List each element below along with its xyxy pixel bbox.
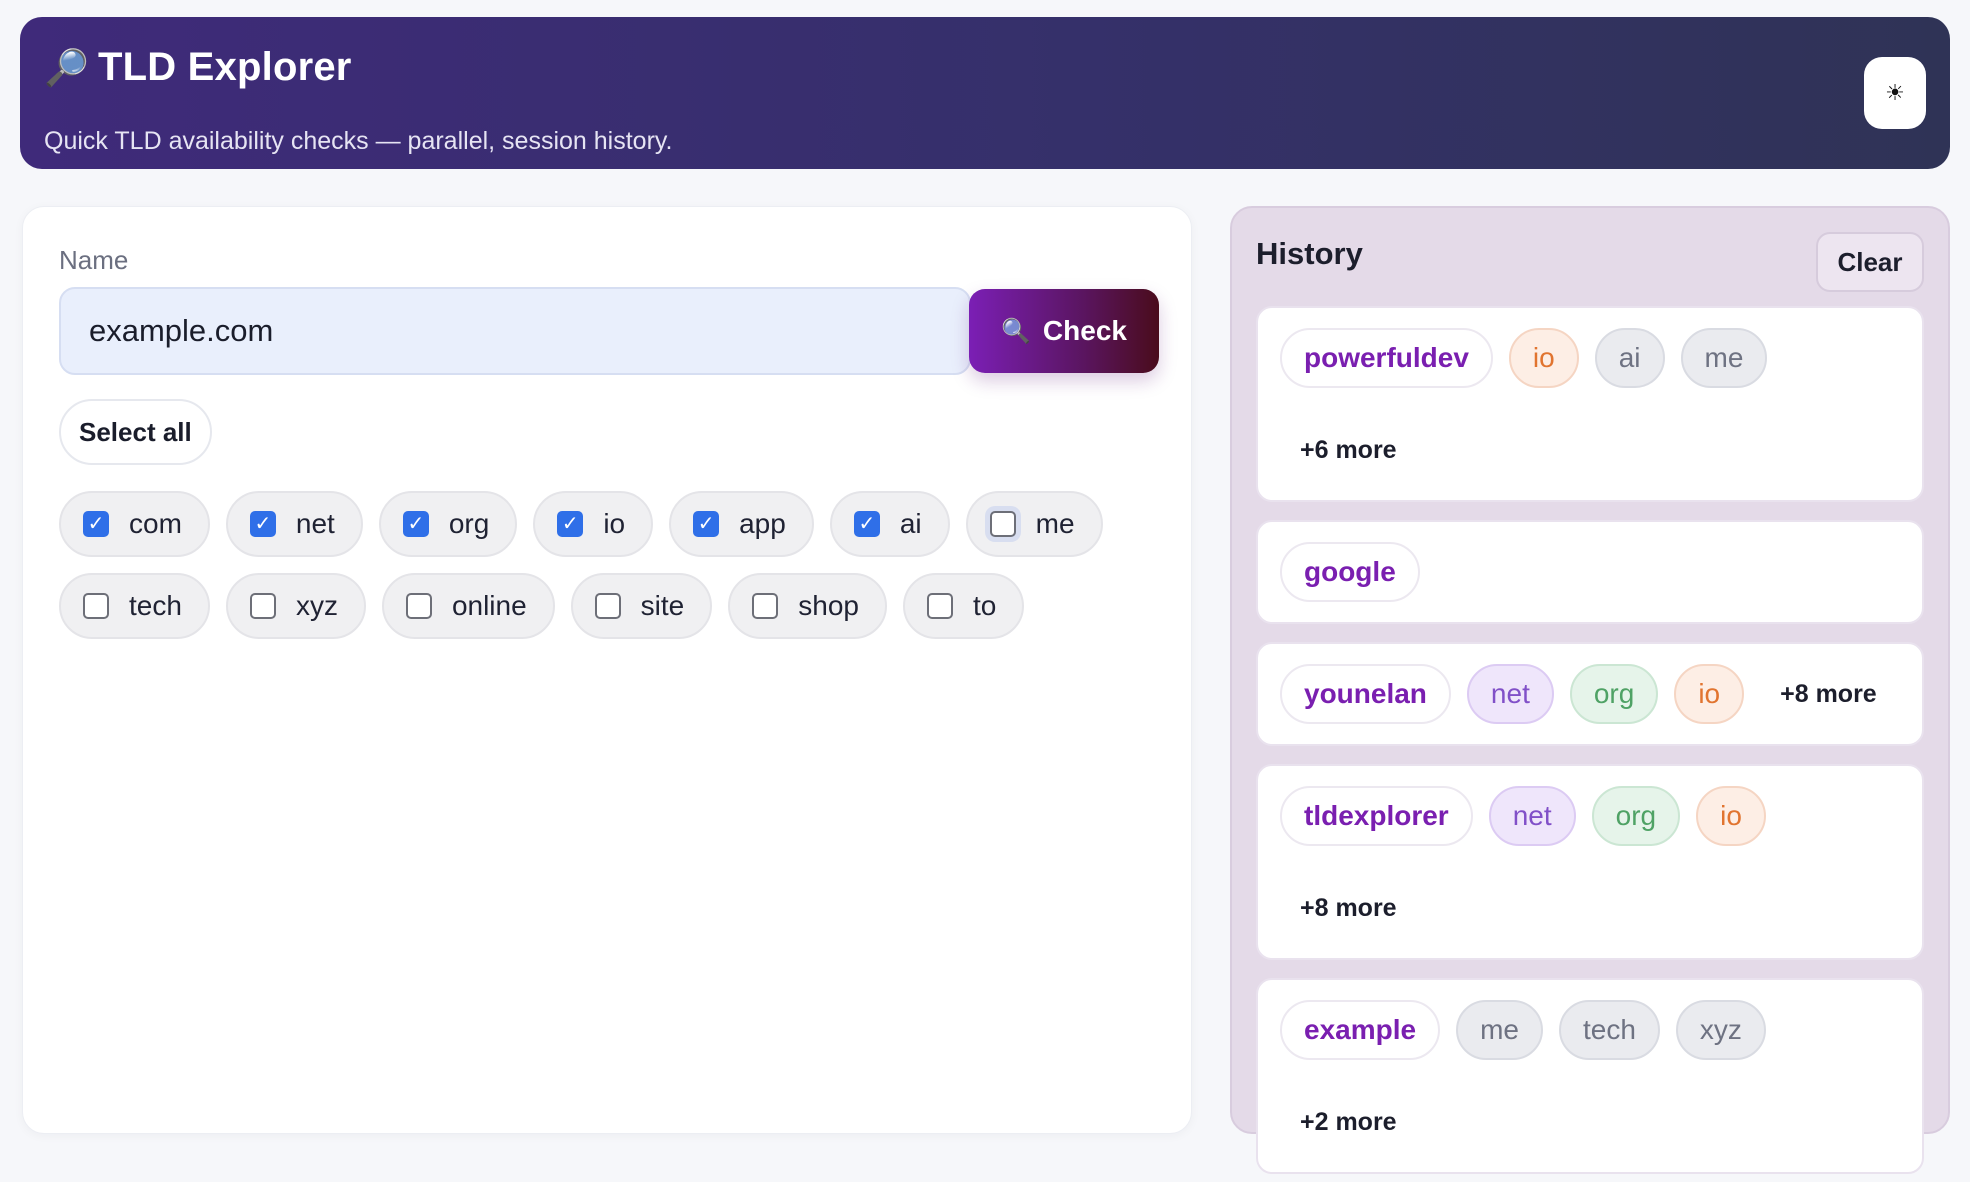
tld-checkbox[interactable] bbox=[249, 593, 276, 619]
more-count[interactable]: +6 more bbox=[1280, 420, 1417, 480]
tld-label: tech bbox=[129, 590, 182, 621]
tld-label: ai bbox=[899, 508, 922, 539]
tld-label: xyz bbox=[295, 590, 338, 621]
tld-badge-io: io bbox=[1696, 786, 1766, 846]
tld-badge-me: me bbox=[1456, 1000, 1543, 1060]
app-header: 🔎 TLD Explorer Quick TLD availability ch… bbox=[20, 17, 1950, 169]
tld-checkbox-list: ✓ com ✓ net ✓ org ✓ io ✓ app ✓ ai me tech xyz … bbox=[59, 491, 1159, 639]
tld-badge-net: net bbox=[1488, 786, 1576, 846]
name-label: Name bbox=[59, 245, 129, 275]
history-entry[interactable]: powerfuldev io ai me +6 more bbox=[1256, 306, 1924, 502]
tld-badge-xyz: xyz bbox=[1675, 1000, 1766, 1060]
history-entry-name[interactable]: example bbox=[1280, 1000, 1441, 1060]
tld-checkbox[interactable]: ✓ bbox=[402, 511, 429, 537]
history-list: powerfuldev io ai me +6 more google youn… bbox=[1256, 306, 1924, 1174]
tld-label: to bbox=[972, 590, 997, 621]
app-title-text: TLD Explorer bbox=[98, 45, 352, 89]
tld-option-online[interactable]: online bbox=[381, 573, 555, 639]
tld-badge-tech: tech bbox=[1558, 1000, 1660, 1060]
app-title: 🔎 TLD Explorer bbox=[44, 45, 352, 90]
tld-checkbox[interactable] bbox=[752, 593, 779, 619]
tld-label: online bbox=[451, 590, 527, 621]
tld-option-org[interactable]: ✓ org bbox=[378, 491, 518, 557]
history-title: History bbox=[1256, 236, 1363, 271]
tld-label: net bbox=[295, 508, 335, 539]
history-entry-name[interactable]: powerfuldev bbox=[1280, 328, 1493, 388]
tld-option-com[interactable]: ✓ com bbox=[59, 491, 210, 557]
select-all-button[interactable]: Select all bbox=[59, 399, 212, 465]
clear-history-button[interactable]: Clear bbox=[1816, 232, 1924, 292]
tld-option-site[interactable]: site bbox=[570, 573, 713, 639]
tld-badge-net: net bbox=[1466, 664, 1554, 724]
tld-option-tech[interactable]: tech bbox=[59, 573, 210, 639]
tld-checkbox[interactable] bbox=[594, 593, 621, 619]
history-entry-name[interactable]: younelan bbox=[1280, 664, 1451, 724]
tld-checkbox[interactable] bbox=[405, 593, 432, 619]
history-entry[interactable]: tldexplorer net org io +8 more bbox=[1256, 764, 1924, 960]
search-panel: Name 🔍 Check Select all ✓ com ✓ net ✓ org ✓… bbox=[22, 206, 1192, 1134]
app-subtitle: Quick TLD availability checks — parallel… bbox=[44, 127, 673, 155]
tld-option-xyz[interactable]: xyz bbox=[225, 573, 366, 639]
tld-checkbox[interactable]: ✓ bbox=[249, 511, 276, 537]
history-entry[interactable]: example me tech xyz +2 more bbox=[1256, 978, 1924, 1174]
tld-badge-org: org bbox=[1569, 664, 1659, 724]
tld-option-to[interactable]: to bbox=[902, 573, 1025, 639]
check-button-label: Check bbox=[1042, 315, 1127, 346]
history-entry-name[interactable]: google bbox=[1280, 542, 1420, 602]
tld-checkbox[interactable]: ✓ bbox=[557, 511, 584, 537]
tld-label: com bbox=[129, 508, 182, 539]
tld-badge-io: io bbox=[1674, 664, 1745, 724]
check-button[interactable]: 🔍 Check bbox=[969, 289, 1159, 373]
magnifier-icon: 🔎 bbox=[44, 46, 90, 88]
tld-label: app bbox=[739, 508, 786, 539]
tld-badge-me: me bbox=[1680, 328, 1768, 388]
tld-badge-org: org bbox=[1591, 786, 1681, 846]
tld-option-net[interactable]: ✓ net bbox=[225, 491, 363, 557]
tld-badge-io: io bbox=[1508, 328, 1579, 388]
tld-badge-ai: ai bbox=[1594, 328, 1665, 388]
tld-label: me bbox=[1035, 508, 1075, 539]
tld-option-app[interactable]: ✓ app bbox=[669, 491, 814, 557]
search-icon: 🔍 bbox=[1001, 317, 1031, 345]
tld-label: org bbox=[448, 508, 490, 539]
tld-option-ai[interactable]: ✓ ai bbox=[829, 491, 950, 557]
history-entry-name[interactable]: tldexplorer bbox=[1280, 786, 1473, 846]
tld-checkbox[interactable]: ✓ bbox=[693, 511, 720, 537]
tld-checkbox[interactable] bbox=[989, 511, 1016, 537]
history-entry[interactable]: younelan net org io +8 more bbox=[1256, 642, 1924, 746]
tld-checkbox[interactable] bbox=[926, 593, 953, 619]
history-entry[interactable]: google bbox=[1256, 520, 1924, 624]
more-count[interactable]: +2 more bbox=[1280, 1092, 1417, 1152]
tld-option-me[interactable]: me bbox=[965, 491, 1103, 557]
tld-label: shop bbox=[798, 590, 859, 621]
more-count[interactable]: +8 more bbox=[1760, 664, 1897, 724]
sun-icon: ☀ bbox=[1885, 80, 1905, 105]
tld-option-io[interactable]: ✓ io bbox=[533, 491, 654, 557]
tld-label: site bbox=[640, 590, 685, 621]
tld-checkbox[interactable]: ✓ bbox=[83, 511, 109, 537]
tld-option-shop[interactable]: shop bbox=[728, 573, 887, 639]
theme-toggle-button[interactable]: ☀ bbox=[1864, 57, 1926, 129]
name-input[interactable] bbox=[59, 287, 971, 375]
tld-checkbox[interactable] bbox=[83, 593, 109, 619]
history-panel: History Clear powerfuldev io ai me +6 mo… bbox=[1230, 206, 1950, 1174]
tld-label: io bbox=[603, 508, 626, 539]
tld-checkbox[interactable]: ✓ bbox=[853, 511, 880, 537]
more-count[interactable]: +8 more bbox=[1280, 878, 1417, 938]
